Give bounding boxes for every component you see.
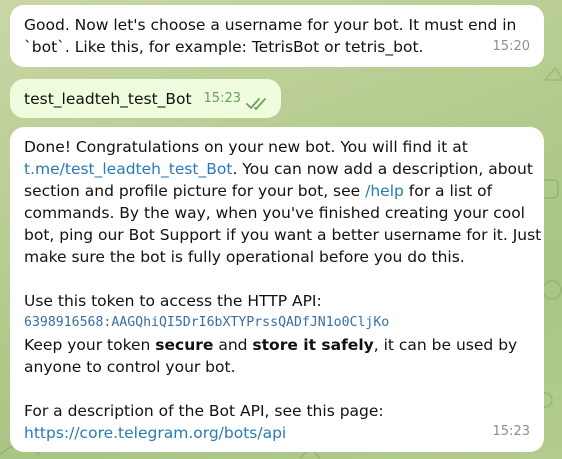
message-text-line: For a description of the Bot API, see th… <box>24 402 384 420</box>
message-time: 15:23 <box>203 91 241 106</box>
message-text-fragment: section and profile picture for your bot… <box>24 182 366 200</box>
message-text-line: section and profile picture for your bot… <box>24 180 530 202</box>
message-text-line: Good. Now let's choose a username for yo… <box>24 16 517 34</box>
message-time: 15:23 <box>492 424 530 439</box>
message-text-fragment: Keep your token <box>24 336 156 354</box>
message-text-fragment: . You can now add a description, about <box>232 160 533 178</box>
message-text-fragment: for a list of <box>403 182 493 200</box>
bot-api-docs-link[interactable]: https://core.telegram.org/bots/api <box>24 424 286 442</box>
message-text-line: t.me/test_leadteh_test_Bot. You can now … <box>24 158 533 180</box>
message-text-line: make sure the bot is fully operational b… <box>24 248 465 266</box>
bold-text: store it safely <box>252 336 374 354</box>
incoming-message-username-prompt: Good. Now let's choose a username for yo… <box>10 5 544 67</box>
message-text-fragment: and <box>213 336 253 354</box>
help-command-link[interactable]: /help <box>365 182 404 200</box>
api-token[interactable]: 6398916568:AAGQhiQI5DrI6bXTYPrssQADfJN1o… <box>24 312 530 334</box>
message-time: 15:20 <box>492 39 530 54</box>
message-text-line: https://core.telegram.org/bots/api <box>24 422 530 444</box>
outgoing-message-username: test_leadteh_test_Bot 15:23 <box>10 79 281 118</box>
message-text-line: Use this token to access the HTTP API: <box>24 292 322 310</box>
message-text-line: `bot`. Like this, for example: TetrisBot… <box>24 38 424 56</box>
message-text: test_leadteh_test_Bot <box>24 90 192 108</box>
message-text-line: anyone to control your bot. <box>24 358 236 376</box>
bot-link[interactable]: t.me/test_leadteh_test_Bot <box>24 160 232 178</box>
message-text-line: Keep your token secure and store it safe… <box>24 334 530 356</box>
message-text-fragment: , it can be used by <box>373 336 518 354</box>
double-check-icon <box>246 98 266 110</box>
message-text-line: bot, ping our Bot Support if you want a … <box>24 226 542 244</box>
message-text-line: commands. By the way, when you've finish… <box>24 204 525 222</box>
incoming-message-bot-created: Done! Congratulations on your new bot. Y… <box>10 127 544 452</box>
bold-text: secure <box>155 336 214 354</box>
message-text-line: Done! Congratulations on your new bot. Y… <box>24 138 468 156</box>
